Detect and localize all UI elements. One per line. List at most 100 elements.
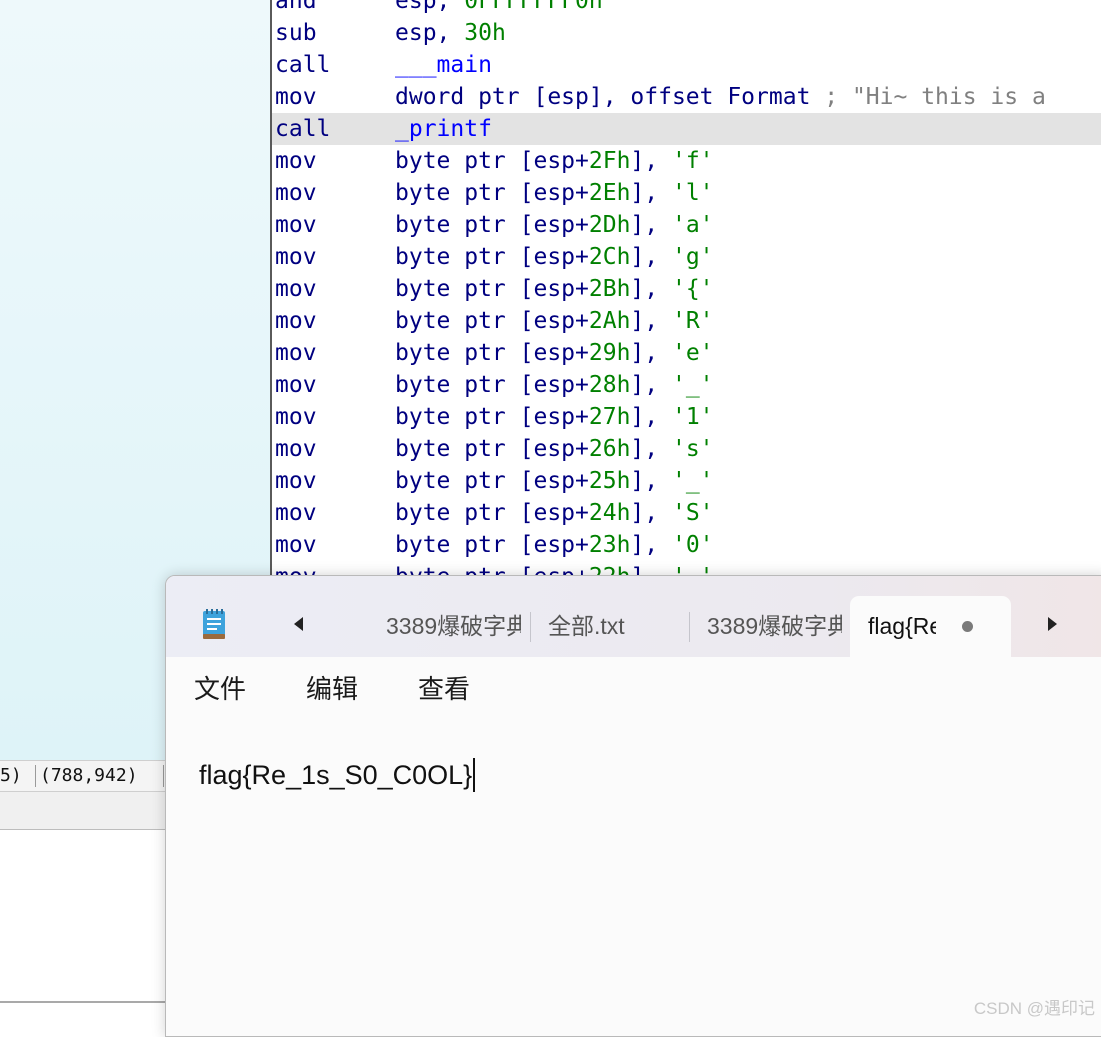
operand-token: esp,: [395, 20, 465, 46]
disasm-line[interactable]: sub esp, 30h: [272, 17, 1101, 49]
disassembly-view[interactable]: and esp, 0FFFFFFF0h sub esp, 30h call ___main…: [272, 0, 1101, 578]
disasm-operands: byte ptr [esp+25h], '_': [395, 465, 714, 497]
disasm-line[interactable]: mov byte ptr [esp+25h], '_': [272, 465, 1101, 497]
operand-token: ; "Hi~ this is a: [824, 84, 1046, 110]
operand-token: 's': [671, 436, 714, 462]
text-editor[interactable]: flag{Re_1s_S0_C0OL}: [166, 723, 1101, 1036]
text-caret: [473, 758, 476, 792]
disasm-mnemonic: mov: [275, 372, 317, 398]
operand-token: ],: [630, 148, 672, 174]
tab-3389-dict-2[interactable]: 3389爆破字典: [689, 596, 849, 657]
operand-token: byte ptr [esp+: [395, 436, 589, 462]
operand-token: '1': [671, 404, 714, 430]
operand-token: '_': [671, 372, 714, 398]
notepad-window[interactable]: 3389爆破字典 全部.txt 3389爆破字典 flag{Re_1s_S0_C…: [165, 575, 1101, 1037]
disasm-line[interactable]: mov byte ptr [esp+2Fh], 'f': [272, 145, 1101, 177]
operand-token: ],: [630, 468, 672, 494]
operand-token: '0': [671, 532, 714, 558]
disasm-mnemonic: mov: [275, 244, 317, 270]
menu-file[interactable]: 文件: [194, 673, 246, 705]
disasm-operands: byte ptr [esp+2Eh], 'l': [395, 177, 714, 209]
operand-token: 2Ch: [588, 244, 631, 270]
disasm-mnemonic: mov: [275, 404, 317, 430]
operand-token: 'g': [671, 244, 714, 270]
operand-token: 26h: [588, 436, 631, 462]
operand-token: 30h: [464, 20, 506, 46]
disasm-line[interactable]: mov byte ptr [esp+2Ah], 'R': [272, 305, 1101, 337]
operand-token: 2Eh: [588, 180, 631, 206]
operand-token: byte ptr [esp+: [395, 244, 589, 270]
unsaved-dot-icon[interactable]: [962, 621, 973, 632]
disasm-line[interactable]: mov byte ptr [esp+2Bh], '{': [272, 273, 1101, 305]
editor-text: flag{Re_1s_S0_C0OL}: [199, 760, 473, 790]
disasm-operands: byte ptr [esp+2Ah], 'R': [395, 305, 714, 337]
operand-token: 'l': [671, 180, 714, 206]
disasm-mnemonic: mov: [275, 308, 317, 334]
tab-3389-dict-1[interactable]: 3389爆破字典: [368, 596, 528, 657]
disasm-line[interactable]: call _printf: [272, 113, 1101, 145]
operand-token: ],: [630, 340, 672, 366]
disasm-operands: byte ptr [esp+26h], 's': [395, 433, 714, 465]
disasm-mnemonic: mov: [275, 532, 317, 558]
operand-token: 27h: [588, 404, 631, 430]
operand-token: 'e': [671, 340, 714, 366]
operand-token: byte ptr [esp+: [395, 308, 589, 334]
operand-token: byte ptr [esp+: [395, 276, 589, 302]
operand-token: byte ptr [esp+: [395, 532, 589, 558]
operand-token: ],: [630, 500, 672, 526]
disasm-line[interactable]: call ___main: [272, 49, 1101, 81]
tab-all-txt[interactable]: 全部.txt: [530, 596, 688, 657]
disasm-line[interactable]: mov byte ptr [esp+24h], 'S': [272, 497, 1101, 529]
tab-label: 3389爆破字典: [386, 613, 521, 639]
disasm-line[interactable]: mov dword ptr [esp], offset Format ; "Hi~…: [272, 81, 1101, 113]
scroll-tabs-left-icon[interactable]: [289, 614, 309, 634]
operand-token: ],: [630, 276, 672, 302]
scroll-tabs-right-icon[interactable]: [1042, 614, 1062, 634]
operand-token: 'f': [671, 148, 714, 174]
operand-token: ],: [630, 308, 672, 334]
operand-token: 'a': [671, 212, 714, 238]
operand-token: byte ptr [esp+: [395, 180, 589, 206]
operand-token: esp,: [395, 0, 465, 14]
disasm-operands: byte ptr [esp+2Bh], '{': [395, 273, 714, 305]
disasm-line[interactable]: mov byte ptr [esp+29h], 'e': [272, 337, 1101, 369]
disasm-mnemonic: call: [275, 52, 331, 78]
operand-token: 'R': [671, 308, 714, 334]
operand-token: byte ptr [esp+: [395, 212, 589, 238]
operand-token: byte ptr [esp+: [395, 340, 589, 366]
status-separator: [35, 765, 36, 787]
menu-edit[interactable]: 编辑: [306, 673, 358, 705]
disasm-line[interactable]: mov byte ptr [esp+26h], 's': [272, 433, 1101, 465]
operand-token: ],: [630, 244, 672, 270]
operand-token: byte ptr [esp+: [395, 500, 589, 526]
disasm-line[interactable]: mov byte ptr [esp+23h], '0': [272, 529, 1101, 561]
operand-token: '_': [671, 468, 714, 494]
disasm-line[interactable]: mov byte ptr [esp+2Ch], 'g': [272, 241, 1101, 273]
tab-label: 全部.txt: [548, 613, 625, 639]
disasm-operands: _printf: [395, 113, 492, 145]
disasm-mnemonic: mov: [275, 468, 317, 494]
tab-bar: 3389爆破字典 全部.txt 3389爆破字典 flag{Re_1s_S0_C…: [166, 576, 1101, 657]
operand-token: ],: [630, 532, 672, 558]
disasm-operands: esp, 30h: [395, 17, 506, 49]
operand-token: ],: [630, 180, 672, 206]
disasm-mnemonic: mov: [275, 84, 317, 110]
operand-token: ],: [630, 212, 672, 238]
disasm-line[interactable]: mov byte ptr [esp+28h], '_': [272, 369, 1101, 401]
operand-token: ],: [630, 404, 672, 430]
operand-token: byte ptr [esp+: [395, 372, 589, 398]
disasm-operands: byte ptr [esp+23h], '0': [395, 529, 714, 561]
disasm-operands: dword ptr [esp], offset Format ; "Hi~ th…: [395, 81, 1046, 113]
disasm-mnemonic: mov: [275, 340, 317, 366]
disasm-line[interactable]: mov byte ptr [esp+2Eh], 'l': [272, 177, 1101, 209]
menu-bar: 文件 编辑 查看: [166, 657, 1101, 724]
operand-token: ],: [630, 372, 672, 398]
disasm-line[interactable]: mov byte ptr [esp+27h], '1': [272, 401, 1101, 433]
disasm-line[interactable]: and esp, 0FFFFFFF0h: [272, 0, 1101, 17]
menu-view[interactable]: 查看: [418, 673, 470, 705]
disasm-operands: byte ptr [esp+27h], '1': [395, 401, 714, 433]
operand-token: byte ptr [esp+: [395, 148, 589, 174]
editor-content[interactable]: flag{Re_1s_S0_C0OL}: [199, 755, 476, 795]
tab-flag-active[interactable]: flag{Re_1s_S0_C0OL}: [850, 596, 1011, 657]
disasm-line[interactable]: mov byte ptr [esp+2Dh], 'a': [272, 209, 1101, 241]
